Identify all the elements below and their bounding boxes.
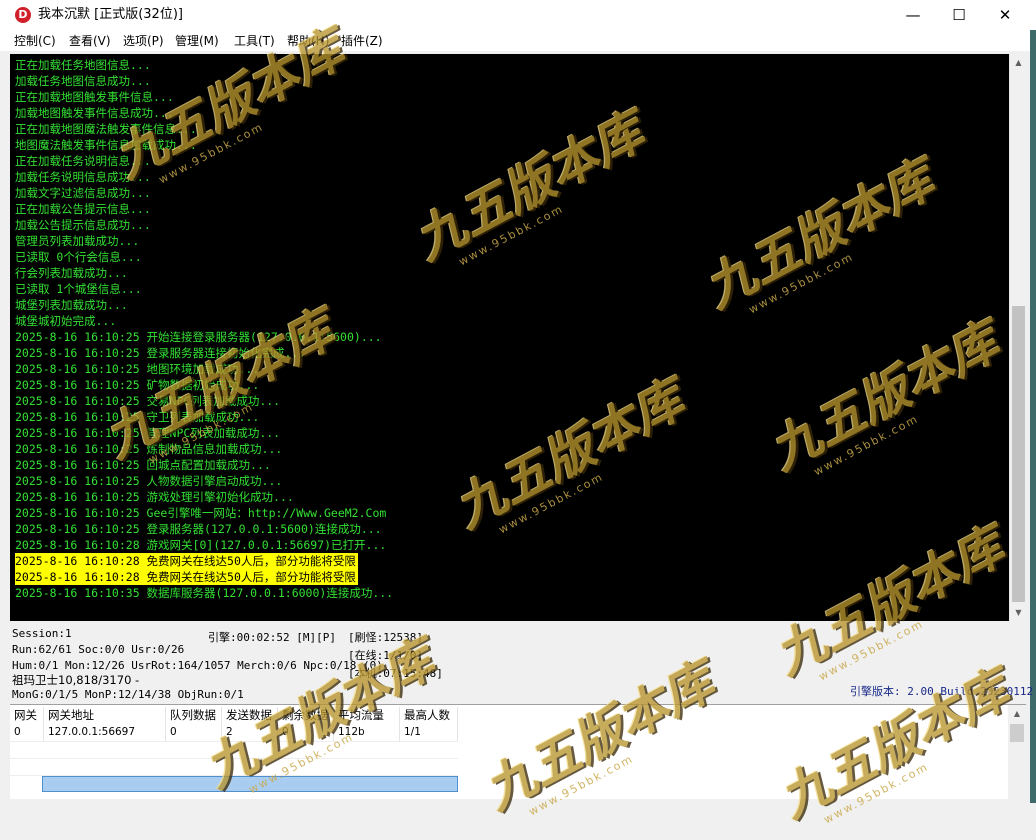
run-stats: Run:62/61 Soc:0/0 Usr:0/26 [12, 643, 185, 656]
log-line: 2025-8-16 16:10:28 游戏网关[0](127.0.0.1:566… [15, 538, 387, 552]
table-scrollbar[interactable]: ▲ [1008, 705, 1026, 799]
log-line: 2025-8-16 16:10:25 炼制物品信息加载成功... [15, 442, 283, 456]
log-line: 正在加载地图魔法触发事件信息... [15, 122, 197, 136]
log-line: 正在加载任务说明信息... [15, 154, 151, 168]
log-line: 加载地图触发事件信息成功... [15, 106, 174, 120]
log-line: 2025-8-16 16:10:25 地图环境加载成功... [15, 362, 260, 376]
close-button[interactable]: ✕ [982, 0, 1028, 30]
row-divider [10, 741, 458, 742]
log-line: 2025-8-16 16:10:25 回城点配置加载成功... [15, 458, 271, 472]
log-line: 2025-8-16 16:10:25 登录服务器(127.0.0.1:5600)… [15, 522, 382, 536]
table-cell-queue[interactable]: 0 [166, 724, 222, 741]
monster-info: 祖玛卫士10,818/3170 - [12, 673, 140, 687]
table-cell-remaining[interactable]: 0 [278, 724, 334, 741]
log-line: 2025-8-16 16:10:25 Gee引擎唯一网站：http://Www.… [15, 506, 387, 520]
scroll-down-arrow-icon[interactable]: ▼ [1010, 604, 1027, 621]
log-line: 正在加载地图触发事件信息... [15, 90, 174, 104]
menu-plugins[interactable]: 插件(Z) [341, 33, 383, 49]
maximize-button[interactable]: ☐ [936, 0, 982, 30]
column-header-remaining[interactable]: 剩余数据 [278, 707, 334, 724]
log-line: 已读取 1个城堡信息... [15, 282, 142, 296]
menu-manage[interactable]: 管理(M) [175, 33, 219, 49]
table-selection-bar[interactable] [42, 776, 458, 792]
console-log[interactable]: 正在加载任务地图信息... 加载任务地图信息成功... 正在加载地图触发事件信息..… [10, 54, 1009, 621]
menu-control[interactable]: 控制(C) [14, 33, 56, 49]
column-header-address[interactable]: 网关地址 [44, 707, 166, 724]
log-line: 管理员列表加载成功... [15, 234, 140, 248]
log-line: 正在加载任务地图信息... [15, 58, 151, 72]
log-line: 城堡城初始完成... [15, 314, 117, 328]
log-line: 地图魔法触发事件信息加载成功... [15, 138, 197, 152]
menu-bar: 控制(C) 查看(V) 选项(P) 管理(M) 工具(T) 帮助(H) 插件(Z… [0, 30, 1036, 51]
log-line: 城堡列表加载成功... [15, 298, 128, 312]
log-line: 加载文字过滤信息成功... [15, 186, 151, 200]
log-line: 2025-8-16 16:10:28 免费网关在线达50人后，部分功能将受限 [15, 569, 358, 585]
log-line: 正在加载公告提示信息... [15, 202, 151, 216]
app-icon: D [15, 7, 31, 23]
log-line: 2025-8-16 16:10:28 免费网关在线达50人后，部分功能将受限 [15, 553, 358, 569]
console-scrollbar[interactable]: ▲ ▼ [1009, 54, 1027, 621]
log-line: 2025-8-16 16:10:25 交易NPC列表加载成功... [15, 394, 281, 408]
log-line: 2025-8-16 16:10:25 守卫列表加载成功... [15, 410, 260, 424]
table-scroll-thumb[interactable] [1010, 724, 1024, 742]
log-line: 2025-8-16 16:10:35 数据库服务器(127.0.0.1:6000… [15, 586, 394, 600]
engine-version: 引擎版本: 2.00 Build 20230112 [850, 685, 1034, 698]
scroll-up-arrow-icon[interactable]: ▲ [1010, 54, 1027, 71]
table-cell-avg-traffic[interactable]: 112b [334, 724, 400, 741]
menu-view[interactable]: 查看(V) [69, 33, 111, 49]
log-line: 2025-8-16 16:10:25 人物数据引擎启动成功... [15, 474, 283, 488]
mong-stats: MonG:0/1/5 MonP:12/14/38 ObjRun:0/1 [12, 688, 244, 701]
table-cell-gateway[interactable]: 0 [10, 724, 44, 741]
log-line: 2025-8-16 16:10:25 矿物数据初始成功... [15, 378, 260, 392]
table-cell-max-users[interactable]: 1/1 [400, 724, 458, 741]
menu-help[interactable]: 帮助(H) [287, 33, 329, 49]
column-header-avg-traffic[interactable]: 平均流量 [334, 707, 400, 724]
table-cell-sent[interactable]: 2 [222, 724, 278, 741]
column-header-queue[interactable]: 队列数据 [166, 707, 222, 724]
log-line: 加载任务说明信息成功... [15, 170, 151, 184]
column-header-sent[interactable]: 发送数据 [222, 707, 278, 724]
log-line: 加载任务地图信息成功... [15, 74, 151, 88]
window-title: 我本沉默 [正式版(32位)] [38, 7, 183, 22]
log-line: 2025-8-16 16:10:25 登录服务器连接初始化完成... [15, 346, 306, 360]
table-scroll-up-icon[interactable]: ▲ [1008, 705, 1026, 722]
title-bar: D 我本沉默 [正式版(32位)] — ☐ ✕ [0, 0, 1036, 30]
local-time: [本机:07:15:48] [348, 667, 443, 680]
log-line: 2025-8-16 16:10:25 管理NPC列表加载成功... [15, 426, 281, 440]
log-line: 加载公告提示信息成功... [15, 218, 151, 232]
menu-tools[interactable]: 工具(T) [234, 33, 275, 49]
column-header-gateway[interactable]: 网关 [10, 707, 44, 724]
table-cell-address[interactable]: 127.0.0.1:56697 [44, 724, 166, 741]
log-line: 2025-8-16 16:10:25 游戏处理引擎初始化成功... [15, 490, 294, 504]
engine-uptime: 引擎:00:02:52 [M][P] [208, 631, 336, 644]
session-count: Session:1 [12, 627, 72, 640]
status-panel: Session:1 Run:62/61 Soc:0/0 Usr:0/26 Hum… [10, 624, 1033, 704]
log-line: 已读取 0个行会信息... [15, 250, 142, 264]
column-header-max-users[interactable]: 最高人数 [400, 707, 458, 724]
log-line: 行会列表加载成功... [15, 266, 128, 280]
hum-stats: Hum:0/1 Mon:12/26 UsrRot:164/1057 Merch:… [12, 659, 383, 672]
refresh-monsters: [刷怪:12538] [348, 631, 423, 644]
menu-options[interactable]: 选项(P) [123, 33, 164, 49]
log-line: 2025-8-16 16:10:25 开始连接登录服务器(127.0.0.1:5… [15, 330, 382, 344]
online-count: [在线:1/1/0] [348, 649, 423, 662]
minimize-button[interactable]: — [890, 0, 936, 30]
console-scroll-thumb[interactable] [1012, 306, 1025, 602]
gateway-table[interactable]: 网关 网关地址 队列数据 发送数据 剩余数据 平均流量 最高人数 0 127.0… [10, 704, 1026, 799]
row-divider [10, 758, 458, 759]
